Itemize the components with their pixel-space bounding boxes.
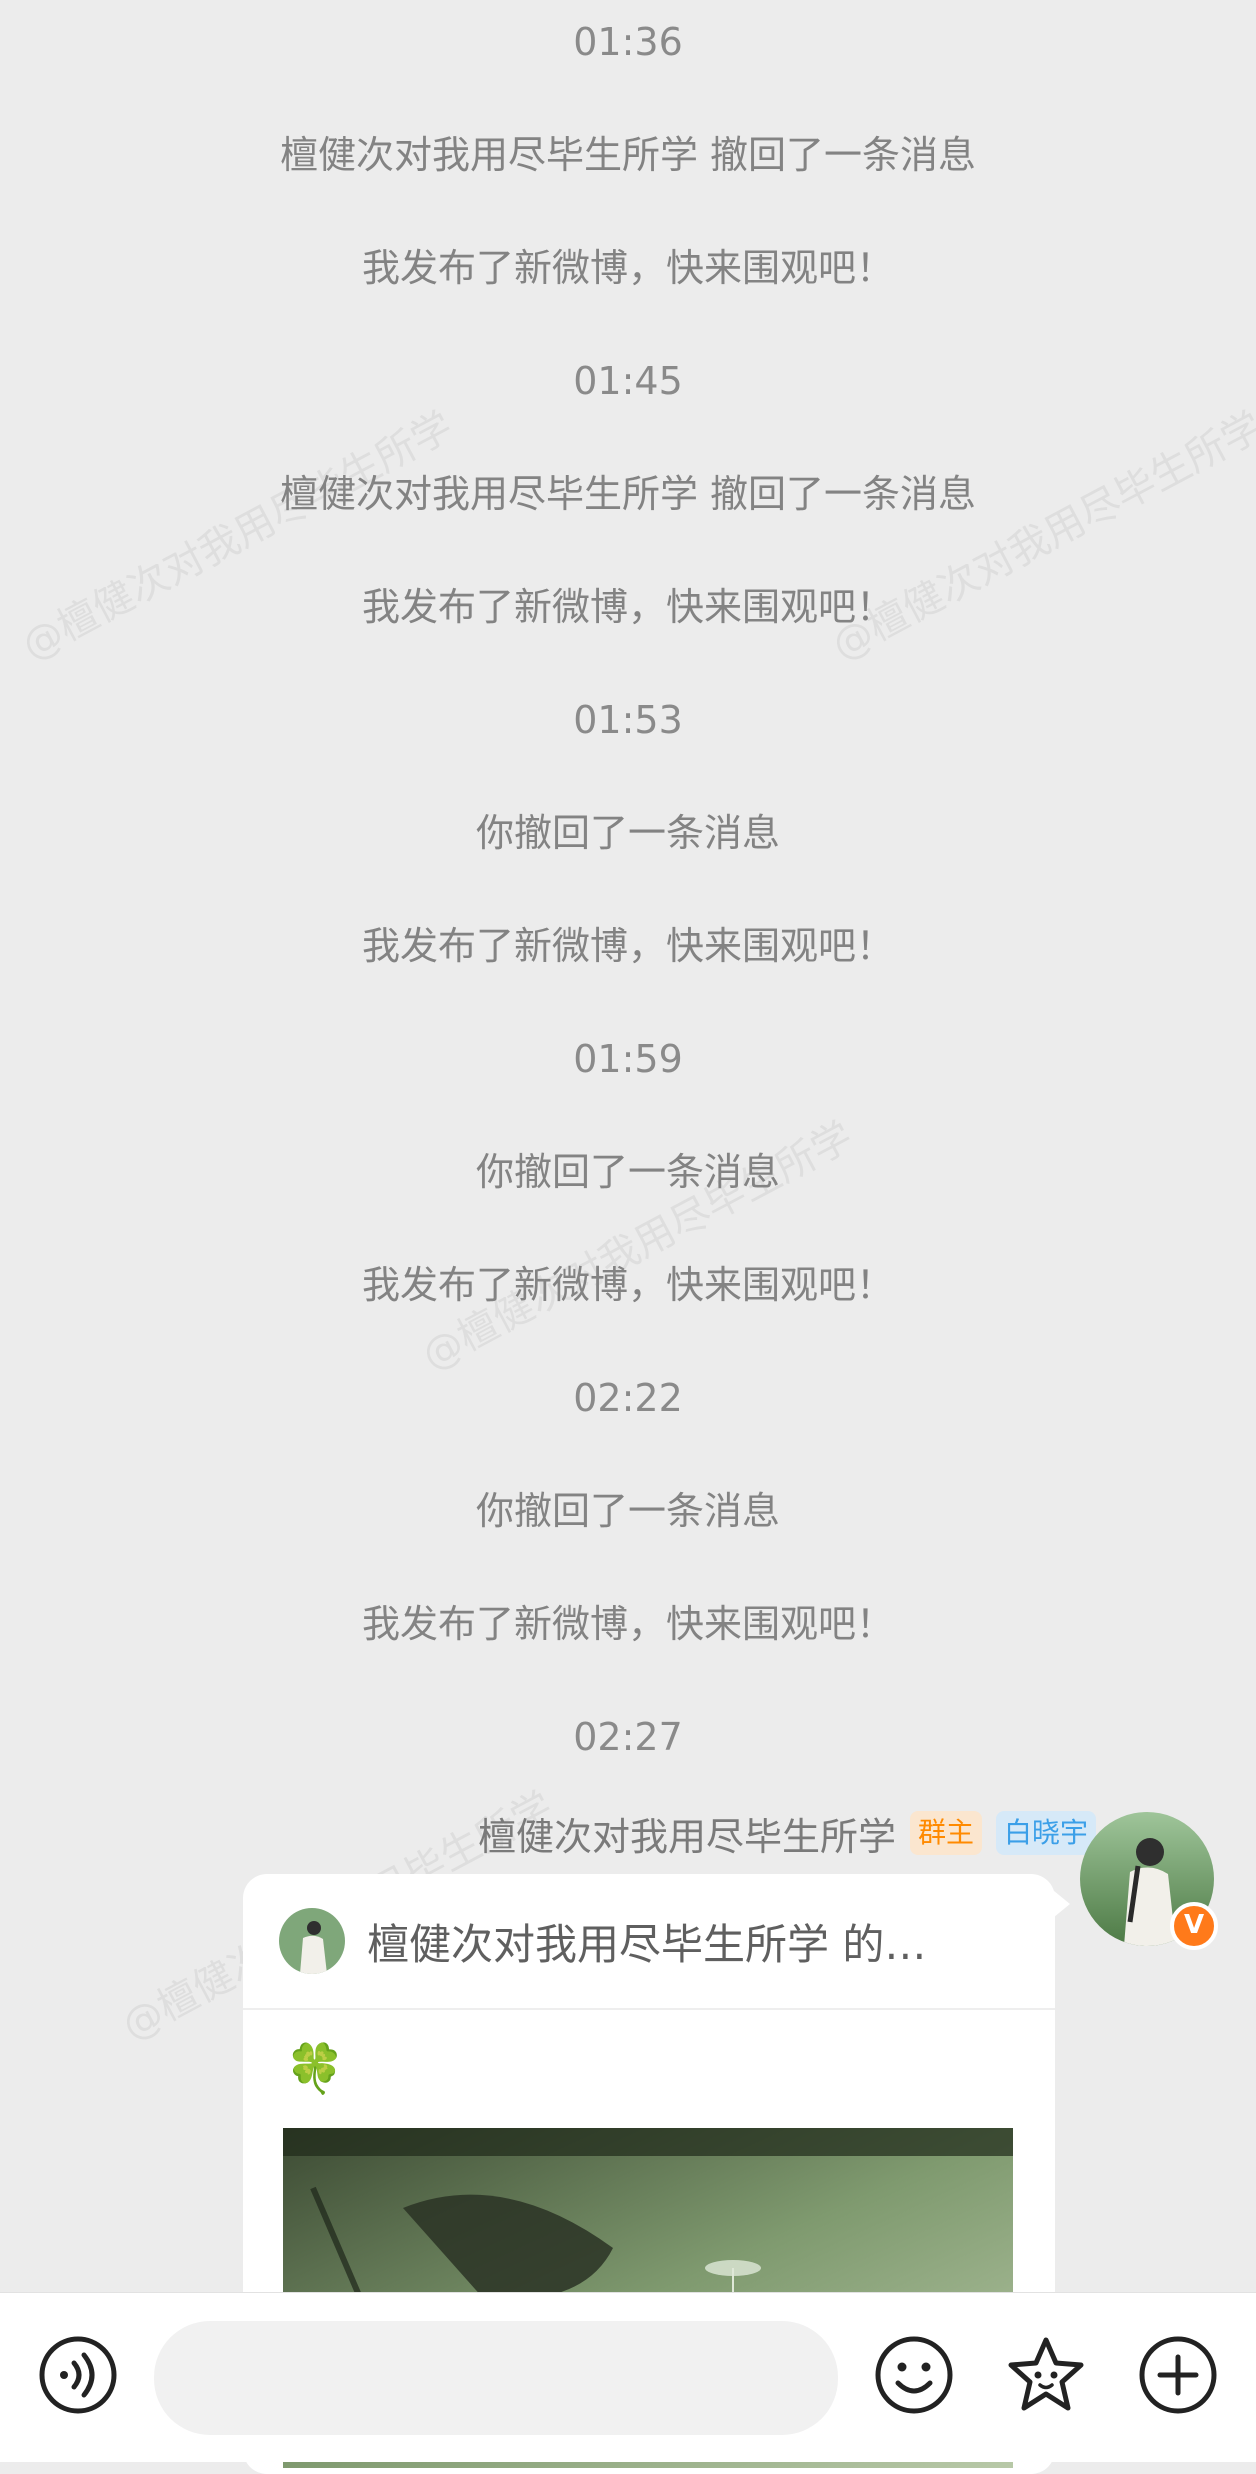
- system-message: 我发布了新微博，快来围观吧！: [361, 246, 894, 290]
- verified-icon: V: [1170, 1902, 1218, 1950]
- voice-icon[interactable]: [38, 2335, 118, 2415]
- message-input[interactable]: [154, 2321, 838, 2435]
- timestamp: 01:36: [573, 20, 683, 64]
- system-message: 檀健次对我用尽毕生所学 撤回了一条消息: [279, 472, 977, 516]
- sender-name[interactable]: 檀健次对我用尽毕生所学: [478, 1806, 896, 1861]
- system-message: 你撤回了一条消息: [475, 1150, 780, 1194]
- chat-input-bar: [0, 2292, 1256, 2462]
- system-message: 檀健次对我用尽毕生所学 撤回了一条消息: [279, 133, 977, 177]
- card-title: 檀健次对我用尽毕生所学 的…: [367, 1919, 927, 1969]
- timestamp: 01:45: [573, 359, 683, 403]
- system-message: 你撤回了一条消息: [475, 811, 780, 855]
- system-message: 你撤回了一条消息: [475, 1489, 780, 1533]
- watermark: @檀健次对我用尽毕生所学: [414, 1113, 861, 1380]
- clover-emoji: 🍀: [285, 2041, 345, 2097]
- system-message: 我发布了新微博，快来围观吧！: [361, 585, 894, 629]
- group-owner-badge: 群主: [909, 1811, 982, 1855]
- sender-row: 檀健次对我用尽毕生所学 群主 白晓宇: [478, 1806, 1096, 1861]
- system-message: 我发布了新微博，快来围观吧！: [361, 924, 894, 968]
- star-sticker-icon[interactable]: [1006, 2335, 1086, 2415]
- timestamp: 01:53: [573, 698, 683, 742]
- timestamp: 01:59: [573, 1037, 683, 1081]
- member-tag-badge: 白晓宇: [995, 1811, 1096, 1855]
- plus-icon[interactable]: [1138, 2335, 1218, 2415]
- system-message: 我发布了新微博，快来围观吧！: [361, 1602, 894, 1646]
- smiley-icon[interactable]: [874, 2335, 954, 2415]
- card-header: 檀健次对我用尽毕生所学 的…: [243, 1874, 1055, 2010]
- timestamp: 02:27: [573, 1715, 683, 1759]
- system-message: 我发布了新微博，快来围观吧！: [361, 1263, 894, 1307]
- timestamp: 02:22: [573, 1376, 683, 1420]
- card-avatar: [279, 1908, 345, 1974]
